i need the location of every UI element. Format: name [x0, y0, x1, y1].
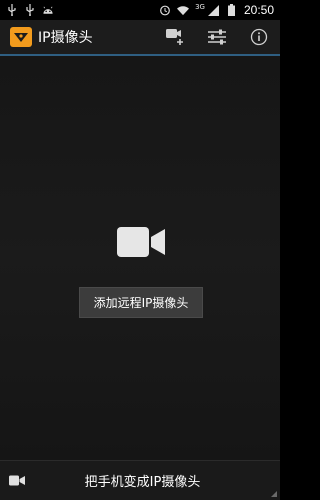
corner-indicator-icon	[271, 491, 277, 497]
settings-sliders-icon	[208, 29, 226, 45]
usb-icon	[6, 4, 18, 16]
status-bar-right: 3G 20:50	[159, 3, 274, 17]
add-camera-icon	[166, 29, 183, 45]
network-type-label: 3G	[195, 3, 205, 11]
settings-button[interactable]	[196, 20, 238, 54]
turn-phone-into-camera-label: 把手机变成IP摄像头	[84, 475, 201, 490]
camera-list-area: 添加远程IP摄像头	[0, 56, 280, 460]
status-bar-left	[6, 4, 54, 16]
add-remote-camera-label: 添加远程IP摄像头	[93, 296, 189, 310]
status-bar: 3G 20:50	[0, 0, 280, 20]
turn-phone-into-camera-button[interactable]: 把手机变成IP摄像头	[0, 460, 280, 500]
action-bar-actions	[154, 20, 280, 54]
add-remote-camera-button[interactable]: 添加远程IP摄像头	[79, 287, 203, 318]
action-bar: IP摄像头	[0, 20, 280, 56]
battery-icon	[226, 4, 238, 16]
app-logo-icon[interactable]	[10, 27, 32, 47]
video-camera-icon	[9, 475, 25, 487]
info-button[interactable]	[238, 20, 280, 54]
signal-icon	[208, 4, 220, 16]
app-title: IP摄像头	[38, 30, 93, 46]
usb-debug-icon	[24, 4, 36, 16]
alarm-icon	[159, 4, 171, 16]
android-icon	[42, 4, 54, 16]
wifi-icon	[177, 4, 190, 16]
info-icon	[250, 28, 268, 46]
add-camera-button[interactable]	[154, 20, 196, 54]
camera-icon	[117, 227, 165, 257]
clock: 20:50	[243, 3, 274, 17]
